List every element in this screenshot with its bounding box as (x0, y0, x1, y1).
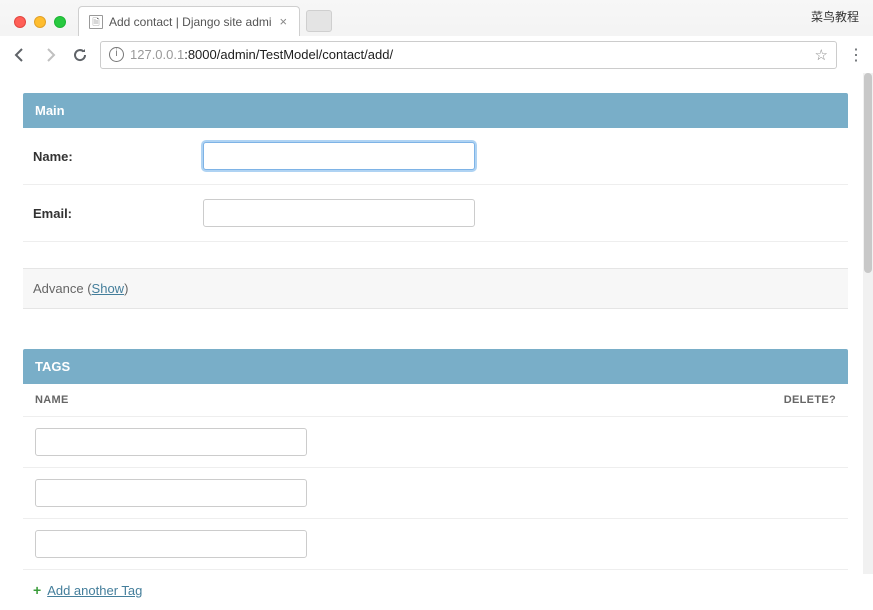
plus-icon: + (33, 582, 41, 598)
reload-icon (72, 47, 88, 63)
advance-suffix: ) (124, 281, 128, 296)
name-input[interactable] (203, 142, 475, 170)
advance-prefix: Advance ( (33, 281, 92, 296)
forward-button[interactable] (40, 45, 60, 65)
advance-collapse-bar: Advance (Show) (23, 268, 848, 309)
name-label: Name: (33, 149, 203, 164)
table-row (23, 417, 848, 468)
site-info-icon[interactable]: i (109, 47, 124, 62)
extension-label: 菜鸟教程 (811, 8, 859, 25)
back-button[interactable] (10, 45, 30, 65)
scrollbar-thumb[interactable] (864, 73, 872, 273)
email-input[interactable] (203, 199, 475, 227)
tags-table-header: NAME DELETE? (23, 384, 848, 417)
window-controls (6, 16, 74, 36)
email-label: Email: (33, 206, 203, 221)
maximize-window-button[interactable] (54, 16, 66, 28)
close-window-button[interactable] (14, 16, 26, 28)
advance-show-link[interactable]: Show (92, 281, 125, 296)
browser-toolbar: i 127.0.0.1:8000/admin/TestModel/contact… (0, 36, 873, 73)
tab-title: Add contact | Django site admi (109, 15, 272, 29)
tags-fieldset-title: TAGS (23, 349, 848, 384)
page-content: Main Name: Email: Advance (Show) TAGS NA… (0, 73, 873, 610)
minimize-window-button[interactable] (34, 16, 46, 28)
close-tab-icon[interactable]: × (278, 14, 290, 29)
field-row-name: Name: (23, 128, 848, 185)
arrow-left-icon (12, 47, 28, 63)
bookmark-star-icon[interactable]: ☆ (815, 46, 828, 64)
browser-tab[interactable]: 🗎 Add contact | Django site admi × (78, 6, 300, 36)
main-fieldset-title: Main (23, 93, 848, 128)
tag-name-input[interactable] (35, 479, 307, 507)
field-row-email: Email: (23, 185, 848, 242)
browser-menu-button[interactable]: ⋮ (847, 45, 863, 65)
vertical-scrollbar[interactable] (863, 73, 873, 574)
reload-button[interactable] (70, 45, 90, 65)
tag-name-input[interactable] (35, 530, 307, 558)
add-another-row[interactable]: + Add another Tag (23, 570, 848, 610)
arrow-right-icon (42, 47, 58, 63)
page-icon: 🗎 (89, 15, 103, 29)
tab-strip: 🗎 Add contact | Django site admi × 菜鸟教程 (0, 0, 873, 36)
table-row (23, 468, 848, 519)
tags-col-delete: DELETE? (784, 394, 836, 406)
tag-name-input[interactable] (35, 428, 307, 456)
tags-inline: TAGS NAME DELETE? + Add another Tag (23, 349, 848, 610)
address-bar[interactable]: i 127.0.0.1:8000/admin/TestModel/contact… (100, 41, 837, 69)
new-tab-button[interactable] (306, 10, 332, 32)
url-text: 127.0.0.1:8000/admin/TestModel/contact/a… (130, 47, 809, 62)
tags-col-name: NAME (35, 394, 784, 406)
main-fieldset: Main Name: Email: (23, 93, 848, 242)
table-row (23, 519, 848, 570)
browser-chrome: 🗎 Add contact | Django site admi × 菜鸟教程 … (0, 0, 873, 73)
add-another-tag-link[interactable]: Add another Tag (47, 583, 142, 598)
